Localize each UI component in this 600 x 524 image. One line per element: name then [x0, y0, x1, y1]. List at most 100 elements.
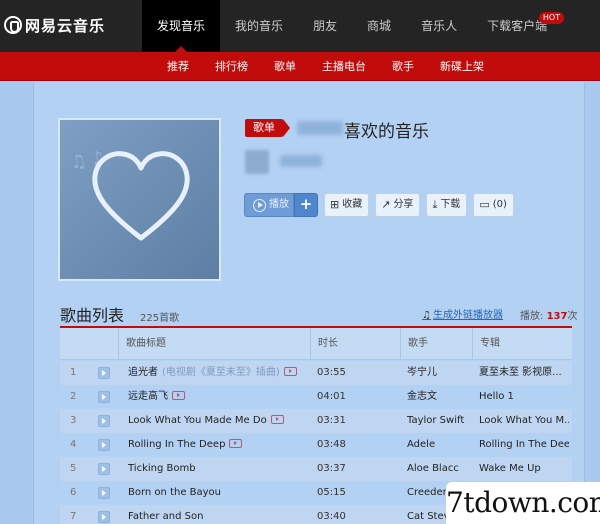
song-index: 3 [70, 415, 77, 426]
nav-friends[interactable]: 朋友 [298, 0, 352, 52]
song-play-icon[interactable] [98, 487, 110, 499]
play-button[interactable]: 播放 [244, 193, 294, 217]
netease-music-logo[interactable]: 网易云音乐 [4, 12, 105, 38]
nav-download-client[interactable]: 下载客户端 HOT [472, 0, 565, 52]
col-album-header: 专辑 [472, 328, 572, 360]
song-subtitle: (电视剧《夏至未至》插曲) [162, 367, 280, 378]
song-play-icon[interactable] [98, 439, 110, 451]
collect-label: 收藏 [342, 199, 363, 210]
song-album[interactable]: Hello 1 [479, 385, 569, 409]
play-count: 播放: 137次 [520, 307, 577, 322]
hot-badge: HOT [538, 12, 565, 24]
song-title[interactable]: Ticking Bomb [128, 463, 196, 474]
col-title-header: 歌曲标题 [118, 328, 310, 360]
song-index: 1 [70, 367, 77, 378]
col-index-header [60, 328, 118, 360]
song-title-cell[interactable]: 追光者 (电视剧《夏至未至》插曲) [128, 361, 297, 385]
nav-store[interactable]: 商城 [352, 0, 406, 52]
playlist-cover[interactable]: ♫ ♪ [58, 118, 221, 281]
play-count-value: 137 [546, 311, 568, 322]
table-row[interactable]: 4 Rolling In The Deep 03:48 Adele Rolling In… [60, 433, 572, 457]
song-title[interactable]: 追光者 [128, 367, 158, 378]
table-row[interactable]: 5 Ticking Bomb 03:37 Aloe Blacc Wake Me Up [60, 457, 572, 481]
mv-icon[interactable] [229, 439, 243, 448]
song-artist[interactable]: 金志文 [407, 385, 471, 409]
col-duration-header: 时长 [310, 328, 400, 360]
song-album[interactable]: 夏至未至 影视原... [479, 361, 569, 385]
netease-logo-icon [4, 16, 22, 34]
top-nav-bar: 网易云音乐 发现音乐 我的音乐 朋友 商城 音乐人 下载客户端 HOT [0, 0, 600, 52]
song-play-icon[interactable] [98, 391, 110, 403]
song-title-cell[interactable]: 远走高飞 [128, 385, 185, 409]
song-artist[interactable]: Taylor Swift [407, 409, 471, 433]
song-play-icon[interactable] [98, 367, 110, 379]
subnav-charts[interactable]: 排行榜 [213, 52, 250, 81]
song-duration: 05:15 [317, 487, 346, 498]
playlist-title: 喜欢的音乐 [344, 122, 429, 142]
creator-avatar[interactable] [245, 150, 269, 174]
song-title-cell[interactable]: Father and Son [128, 505, 203, 524]
playlist-type-badge: 歌单 [245, 119, 290, 137]
share-button[interactable]: ↗ 分享 [375, 193, 421, 217]
song-play-icon[interactable] [98, 415, 110, 427]
play-button-label: 播放 [269, 199, 289, 210]
song-title[interactable]: 远走高飞 [128, 391, 168, 402]
blurred-creator-name[interactable] [280, 155, 322, 167]
generate-player-label: 生成外链播放器 [432, 310, 503, 321]
comment-icon: ▭ [479, 198, 490, 211]
download-label: 下载 [440, 199, 461, 210]
subnav-artists[interactable]: 歌手 [390, 52, 416, 81]
song-title-cell[interactable]: Born on the Bayou [128, 481, 221, 505]
song-title[interactable]: Born on the Bayou [128, 487, 221, 498]
song-play-icon[interactable] [98, 511, 110, 523]
mv-icon[interactable] [283, 367, 297, 376]
download-icon: ⤓ [432, 198, 438, 211]
mv-icon[interactable] [270, 415, 284, 424]
table-row[interactable]: 2 远走高飞 04:01 金志文 Hello 1 [60, 385, 572, 409]
subnav-new-albums[interactable]: 新碟上架 [438, 52, 486, 81]
song-title-cell[interactable]: Rolling In The Deep [128, 433, 243, 457]
table-row[interactable]: 3 Look What You Made Me Do 03:31 Taylor Swi… [60, 409, 572, 433]
table-row[interactable]: 1 追光者 (电视剧《夏至未至》插曲) 03:55 岑宁儿 夏至未至 影视原... [60, 361, 572, 385]
song-index: 6 [70, 487, 77, 498]
mv-icon[interactable] [172, 391, 185, 400]
song-album[interactable]: Rolling In The Deep [479, 433, 569, 457]
share-icon: ↗ [381, 198, 391, 211]
song-index: 2 [70, 391, 77, 402]
playlist-actions: 播放 + ⊞ 收藏 ↗ 分享 ⤓ 下载 ▭ (0) [244, 193, 520, 217]
songlist-heading: 歌曲列表 [60, 306, 125, 325]
col-artist-header: 歌手 [400, 328, 472, 360]
subnav-recommend[interactable]: 推荐 [165, 52, 191, 81]
site-watermark: 7tdown.com [446, 482, 600, 524]
nav-musicians[interactable]: 音乐人 [406, 0, 472, 52]
songlist-table-header: 歌曲标题 时长 歌手 专辑 [60, 328, 572, 360]
song-play-icon[interactable] [98, 463, 110, 475]
subnav-radio[interactable]: 主播电台 [320, 52, 368, 81]
comment-button[interactable]: ▭ (0) [473, 193, 514, 217]
song-title[interactable]: Rolling In The Deep [128, 439, 225, 450]
song-artist[interactable]: Adele [407, 433, 471, 457]
song-title-cell[interactable]: Ticking Bomb [128, 457, 196, 481]
song-duration: 03:31 [317, 415, 346, 426]
song-album[interactable]: Wake Me Up [479, 457, 569, 481]
song-artist[interactable]: 岑宁儿 [407, 361, 471, 385]
music-note-icon: ♫ [422, 310, 431, 321]
song-artist[interactable]: Aloe Blacc [407, 457, 471, 481]
sub-nav: 推荐 排行榜 歌单 主播电台 歌手 新碟上架 [154, 52, 497, 81]
song-duration: 04:01 [317, 391, 346, 402]
nav-discover-music[interactable]: 发现音乐 [142, 0, 221, 52]
sub-nav-bar: 推荐 排行榜 歌单 主播电台 歌手 新碟上架 [0, 52, 600, 81]
nav-my-music[interactable]: 我的音乐 [220, 0, 298, 52]
add-to-queue-button[interactable]: + [294, 193, 318, 217]
subnav-playlists[interactable]: 歌单 [272, 52, 298, 81]
collect-button[interactable]: ⊞ 收藏 [324, 193, 370, 217]
generate-player-link[interactable]: ♫ 生成外链播放器 [422, 306, 503, 321]
play-count-label: 播放: [520, 311, 544, 322]
download-button[interactable]: ⤓ 下载 [426, 193, 468, 217]
song-title-cell[interactable]: Look What You Made Me Do [128, 409, 284, 433]
song-album[interactable]: Look What You M... [479, 409, 569, 433]
logo-text: 网易云音乐 [25, 16, 106, 35]
song-title[interactable]: Father and Son [128, 511, 203, 522]
song-duration: 03:40 [317, 511, 346, 522]
song-title[interactable]: Look What You Made Me Do [128, 415, 267, 426]
